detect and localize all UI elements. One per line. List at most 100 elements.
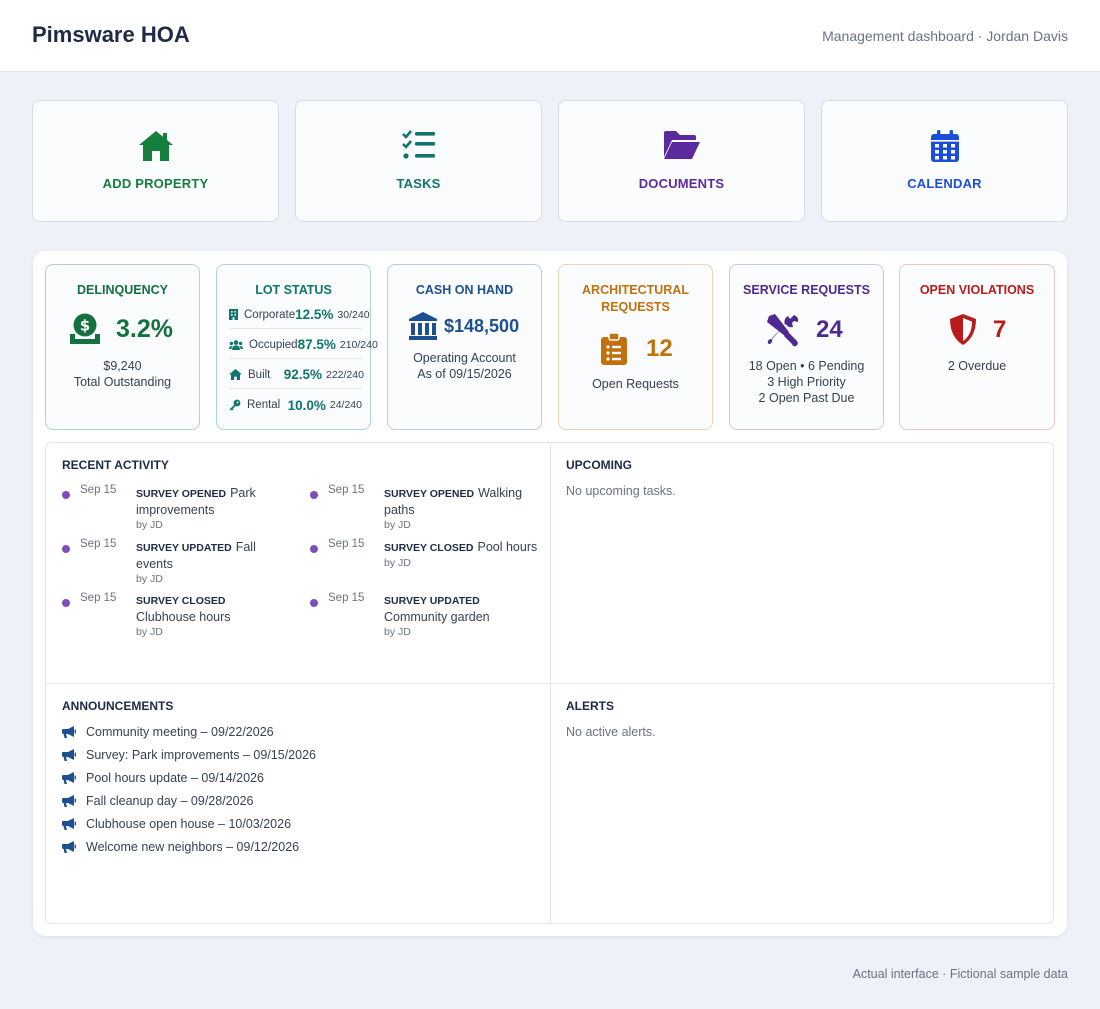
announcement-item[interactable]: Welcome new neighbors – 09/12/2026 bbox=[62, 838, 299, 856]
announcement-item[interactable]: Pool hours update – 09/14/2026 bbox=[62, 769, 264, 787]
lot-row-occupied: Occupied 87.5% 210/240 bbox=[229, 331, 378, 359]
alerts-empty-message: No active alerts. bbox=[566, 725, 656, 739]
top-bar: Pimsware HOA Management dashboard · Jord… bbox=[0, 0, 1100, 72]
announcement-item[interactable]: Community meeting – 09/22/2026 bbox=[62, 723, 274, 741]
violations-overdue: 2 Overdue bbox=[947, 359, 1007, 373]
bank-icon bbox=[408, 311, 438, 346]
documents-label: DOCUMENTS bbox=[638, 176, 725, 191]
alerts-title: ALERTS bbox=[566, 699, 614, 713]
folder-open-icon bbox=[559, 129, 804, 165]
activity-kind: SURVEY OPENED bbox=[136, 488, 227, 500]
announcement-text: Welcome new neighbors – 09/12/2026 bbox=[86, 840, 300, 854]
footer-note: Actual interface · Fictional sample data bbox=[852, 967, 1068, 981]
lot-row-fraction: 24/240 bbox=[329, 399, 362, 411]
shield-icon bbox=[948, 313, 978, 351]
announcement-text: Survey: Park improvements – 09/15/2026 bbox=[86, 748, 316, 762]
tasks-button[interactable]: TASKS bbox=[295, 100, 542, 222]
lot-row-percent: 10.0% bbox=[287, 397, 326, 413]
lot-row-built: Built 92.5% 222/240 bbox=[229, 361, 364, 389]
activity-item[interactable]: Sep 15 SURVEY CLOSED Pool hours by JD bbox=[310, 538, 540, 590]
lot-row-label: Rental bbox=[247, 399, 281, 411]
cash-on-hand-card[interactable]: CASH ON HAND $148,500 Operating Account … bbox=[387, 264, 542, 430]
lot-row-percent: 87.5% bbox=[297, 337, 336, 352]
architectural-caption: Open Requests bbox=[592, 377, 679, 391]
activity-author: by JD bbox=[136, 573, 163, 585]
announcement-item[interactable]: Fall cleanup day – 09/28/2026 bbox=[62, 792, 254, 810]
announcement-text: Community meeting – 09/22/2026 bbox=[86, 725, 274, 739]
upcoming-title: UPCOMING bbox=[566, 458, 632, 472]
delinquency-card[interactable]: DELINQUENCY $ 3.2% $9,240 Total Outstand… bbox=[45, 264, 200, 430]
announcement-item[interactable]: Survey: Park improvements – 09/15/2026 bbox=[62, 746, 316, 764]
activity-item[interactable]: Sep 15 SURVEY OPENED Park improvements by … bbox=[62, 484, 292, 536]
money-hand-icon: $ bbox=[68, 312, 102, 351]
service-requests-card[interactable]: SERVICE REQUESTS 24 18 Open • 6 Pending … bbox=[729, 264, 884, 430]
lot-row-fraction: 222/240 bbox=[326, 368, 364, 381]
megaphone-icon bbox=[62, 749, 76, 761]
house-icon bbox=[33, 129, 278, 165]
activity-author: by JD bbox=[384, 519, 411, 531]
lot-row-rental: Rental 10.0% 24/240 bbox=[229, 391, 362, 419]
lot-row-percent: 12.5% bbox=[295, 307, 334, 322]
lot-row-label: Occupied bbox=[249, 338, 298, 351]
activity-dot bbox=[62, 491, 70, 499]
cash-account: Operating Account bbox=[413, 351, 516, 365]
calendar-icon bbox=[822, 129, 1067, 165]
tasks-label: TASKS bbox=[396, 176, 441, 191]
activity-item[interactable]: Sep 15 SURVEY UPDATED Community garden by … bbox=[310, 592, 540, 644]
activity-item[interactable]: Sep 15 SURVEY UPDATED Fall events by JD bbox=[62, 538, 292, 590]
activity-kind: SURVEY UPDATED bbox=[384, 595, 480, 607]
activity-kind: SURVEY CLOSED bbox=[136, 595, 226, 607]
activity-date: Sep 15 bbox=[328, 538, 365, 550]
activity-dot bbox=[62, 599, 70, 607]
user-info: Management dashboard · Jordan Davis bbox=[822, 28, 1068, 44]
activity-text: Community garden bbox=[384, 610, 490, 624]
svg-text:$: $ bbox=[80, 317, 90, 335]
architectural-requests-card[interactable]: ARCHITECTURAL REQUESTS 12 Open Requests bbox=[558, 264, 713, 430]
add-property-button[interactable]: ADD PROPERTY bbox=[32, 100, 279, 222]
key-icon bbox=[229, 399, 241, 411]
lot-row-label: Built bbox=[248, 368, 271, 381]
cash-as-of: As of 09/15/2026 bbox=[417, 367, 512, 381]
megaphone-icon bbox=[62, 726, 76, 738]
megaphone-icon bbox=[62, 818, 76, 830]
activity-date: Sep 15 bbox=[80, 592, 117, 604]
calendar-button[interactable]: CALENDAR bbox=[821, 100, 1068, 222]
activity-kind: SURVEY UPDATED bbox=[136, 542, 232, 554]
info-panels: RECENT ACTIVITY Sep 15 SURVEY OPENED Park… bbox=[45, 442, 1054, 924]
cash-title: CASH ON HAND bbox=[415, 283, 514, 297]
announcement-text: Pool hours update – 09/14/2026 bbox=[86, 771, 264, 785]
open-violations-card[interactable]: OPEN VIOLATIONS 7 2 Overdue bbox=[899, 264, 1055, 430]
app-title: Pimsware HOA bbox=[32, 22, 190, 47]
lot-status-card[interactable]: LOT STATUS Corporate 12.5% 30/240 Occupi… bbox=[216, 264, 378, 430]
activity-dot bbox=[310, 545, 318, 553]
clipboard-icon bbox=[601, 332, 627, 370]
activity-author: by JD bbox=[136, 519, 163, 531]
lot-status-title: LOT STATUS bbox=[255, 283, 332, 297]
home-icon bbox=[229, 369, 242, 380]
cash-value: $148,500 bbox=[444, 316, 520, 336]
activity-item[interactable]: Sep 15 SURVEY OPENED Walking paths by JD bbox=[310, 484, 540, 536]
activity-date: Sep 15 bbox=[80, 538, 117, 550]
announcement-item[interactable]: Clubhouse open house – 10/03/2026 bbox=[62, 815, 291, 833]
service-value: 24 bbox=[816, 316, 843, 343]
activity-text: Clubhouse hours bbox=[136, 610, 231, 624]
lot-row-fraction: 210/240 bbox=[339, 338, 378, 351]
delinquency-title: DELINQUENCY bbox=[77, 283, 168, 297]
lot-row-fraction: 30/240 bbox=[337, 308, 370, 321]
building-icon bbox=[229, 309, 238, 320]
violations-title: OPEN VIOLATIONS bbox=[919, 283, 1035, 297]
activity-dot bbox=[310, 491, 318, 499]
megaphone-icon bbox=[62, 772, 76, 784]
architectural-title: ARCHITECTURAL REQUESTS bbox=[582, 283, 689, 314]
activity-item[interactable]: Sep 15 SURVEY CLOSED Clubhouse hours by JD bbox=[62, 592, 292, 644]
recent-activity-title: RECENT ACTIVITY bbox=[62, 458, 169, 472]
activity-kind: SURVEY OPENED bbox=[384, 488, 475, 500]
activity-author: by JD bbox=[136, 626, 163, 638]
activity-date: Sep 15 bbox=[80, 484, 117, 496]
upcoming-empty-message: No upcoming tasks. bbox=[566, 484, 676, 498]
documents-button[interactable]: DOCUMENTS bbox=[558, 100, 805, 222]
activity-author: by JD bbox=[384, 557, 411, 569]
activity-date: Sep 15 bbox=[328, 484, 365, 496]
megaphone-icon bbox=[62, 795, 76, 807]
lot-row-corporate: Corporate 12.5% 30/240 bbox=[229, 301, 370, 329]
